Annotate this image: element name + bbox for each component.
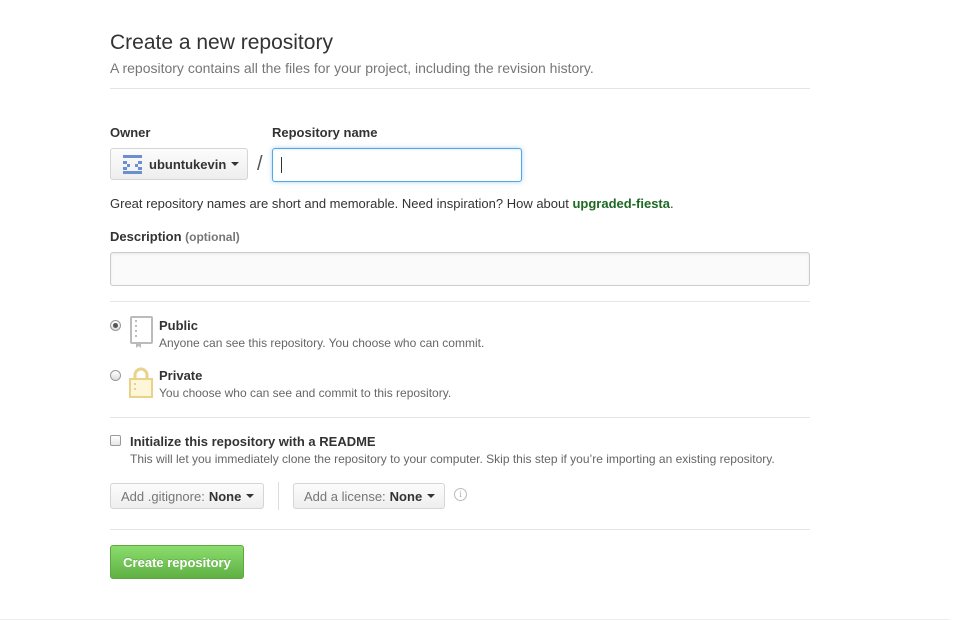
description-input[interactable] (110, 252, 810, 286)
readme-title: Initialize this repository with a README (130, 434, 376, 449)
page-subtitle: A repository contains all the files for … (110, 60, 594, 76)
description-label: Description (optional) (110, 229, 240, 244)
license-value: None (389, 488, 423, 504)
name-hint: Great repository names are short and mem… (110, 196, 674, 211)
repo-book-icon (130, 316, 153, 348)
optional-tag: (optional) (185, 230, 240, 244)
repo-name-label: Repository name (272, 125, 378, 140)
private-desc: You choose who can see and commit to thi… (159, 386, 452, 400)
private-title: Private (159, 368, 203, 383)
public-desc: Anyone can see this repository. You choo… (159, 336, 485, 350)
lock-icon (129, 367, 153, 398)
create-repository-button[interactable]: Create repository (110, 545, 244, 579)
suggested-name-link[interactable]: upgraded-fiesta (572, 196, 670, 211)
divider (278, 482, 279, 510)
gitignore-label: Add .gitignore: (121, 488, 205, 504)
readme-desc: This will let you immediately clone the … (130, 452, 775, 466)
public-radio[interactable] (110, 320, 121, 331)
divider (110, 88, 810, 89)
license-label: Add a license: (304, 488, 386, 504)
page-title: Create a new repository (110, 31, 333, 54)
private-radio[interactable] (110, 370, 121, 381)
avatar (123, 154, 142, 174)
owner-dropdown[interactable]: ubuntukevin (110, 148, 248, 180)
description-label-text: Description (110, 229, 182, 244)
public-title: Public (159, 318, 199, 333)
divider (110, 301, 810, 302)
readme-checkbox[interactable] (110, 435, 121, 446)
caret-down-icon (427, 494, 436, 498)
gitignore-value: None (208, 488, 242, 504)
repo-name-input[interactable] (272, 148, 522, 182)
owner-label: Owner (110, 125, 151, 140)
divider (110, 417, 810, 418)
text-cursor (281, 157, 282, 173)
caret-down-icon (246, 494, 255, 498)
hint-text: Great repository names are short and mem… (110, 196, 573, 211)
hint-suffix: . (669, 196, 674, 211)
footer-divider (0, 619, 950, 620)
gitignore-dropdown[interactable]: Add .gitignore: None (110, 483, 264, 509)
divider (110, 529, 810, 530)
owner-repo-separator: / (257, 153, 263, 175)
license-dropdown[interactable]: Add a license: None (293, 483, 445, 509)
info-icon[interactable]: i (454, 488, 467, 501)
caret-down-icon (231, 162, 240, 166)
owner-name: ubuntukevin (149, 156, 227, 172)
